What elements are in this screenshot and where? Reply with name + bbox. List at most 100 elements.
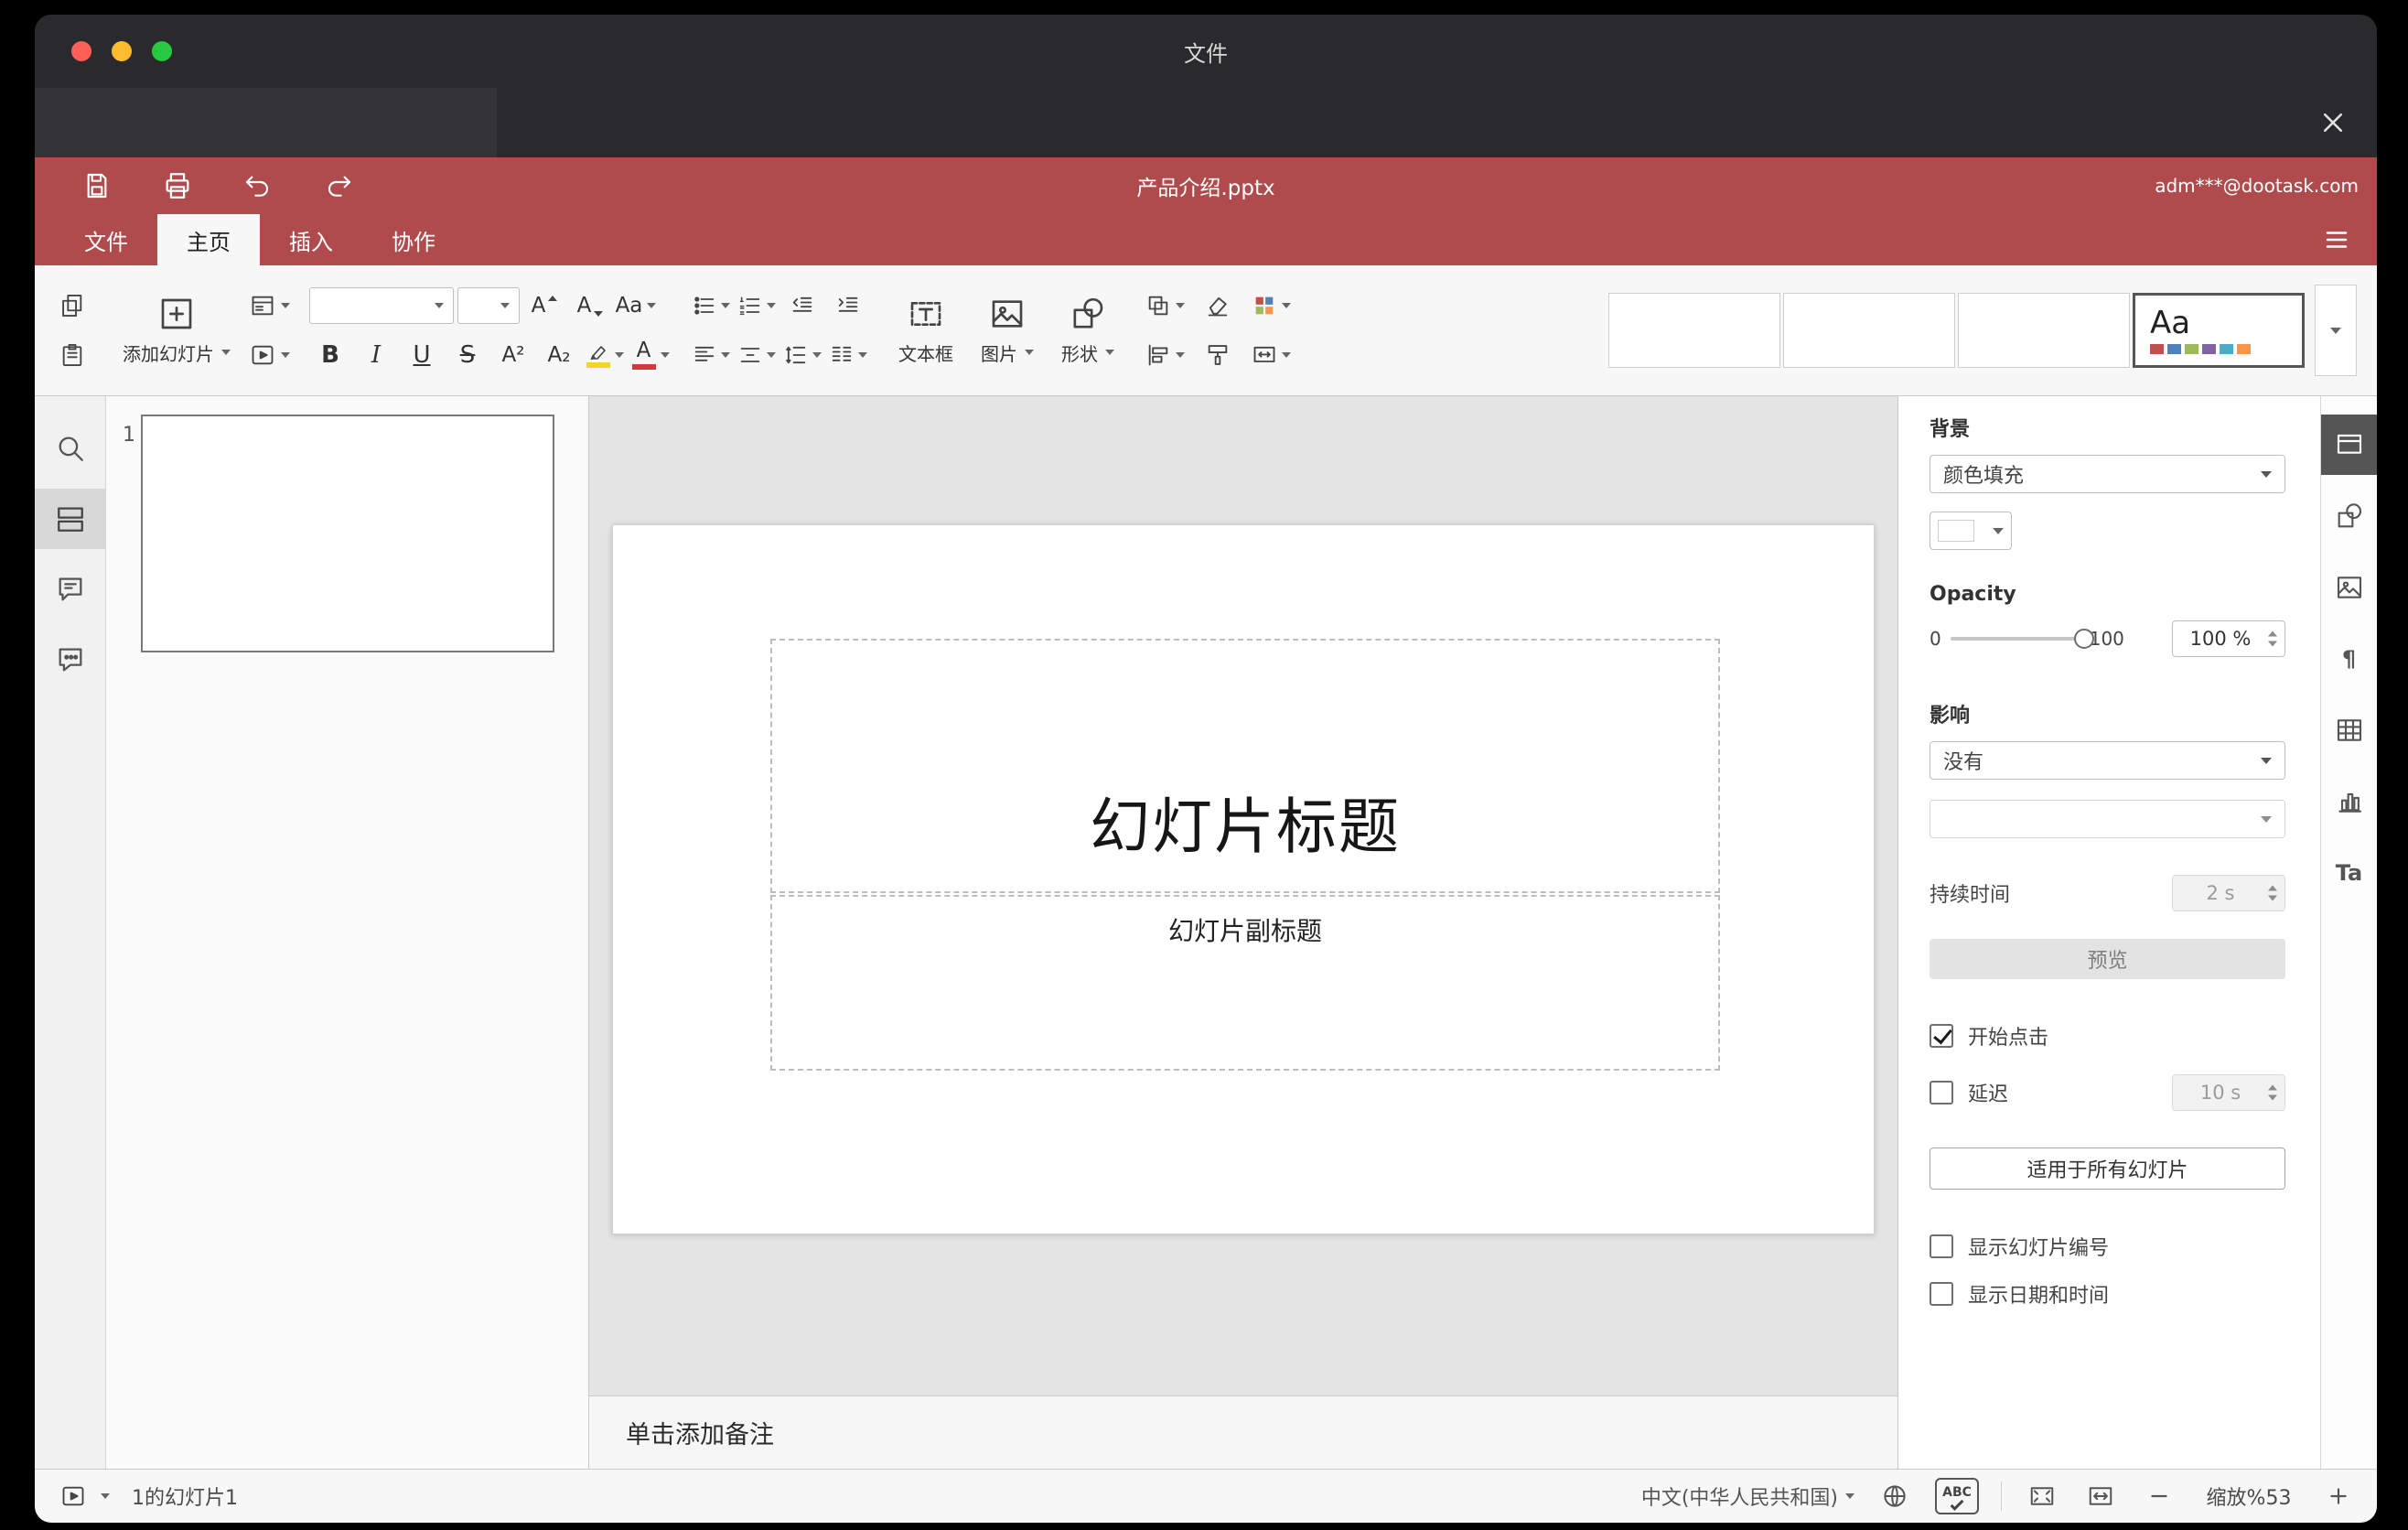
document-title: 产品介绍.pptx [1136,177,1275,200]
print-button[interactable] [159,167,196,204]
highlight-color-button[interactable] [584,334,626,376]
chart-settings-icon[interactable] [2321,771,2378,832]
underline-button[interactable]: U [401,334,443,376]
opacity-slider[interactable] [1950,629,2094,649]
slide-layout-button[interactable] [249,285,291,327]
menu-icon[interactable] [2318,221,2355,258]
slideshow-options-chevron-icon[interactable] [101,1493,110,1499]
start-on-click-checkbox[interactable] [1930,1024,1953,1048]
subtitle-placeholder[interactable]: 幻灯片副标题 [770,895,1720,1071]
delay-input[interactable]: 10 s [2172,1074,2285,1111]
duration-input[interactable]: 2 s [2172,875,2285,911]
copy-style-button[interactable] [1197,334,1239,376]
font-name-select[interactable] [309,287,454,324]
tab-file[interactable]: 文件 [55,214,157,265]
globe-icon[interactable] [1876,1478,1913,1514]
clear-style-button[interactable] [1197,285,1239,327]
columns-button[interactable] [827,334,869,376]
apply-to-all-button[interactable]: 适用于所有幻灯片 [1930,1148,2285,1190]
italic-button[interactable]: I [355,334,397,376]
save-button[interactable] [79,167,115,204]
zoom-out-icon[interactable] [2141,1478,2177,1514]
add-slide-button[interactable]: 添加幻灯片 [112,276,242,384]
comments-icon[interactable] [35,559,106,620]
insert-shape-button[interactable]: 形状 [1050,276,1125,384]
title-placeholder[interactable]: 幻灯片标题 [770,639,1720,893]
slide-thumbnail[interactable] [141,415,554,652]
language-select[interactable]: 中文(中华人民共和国) [1641,1482,1854,1511]
shape-settings-icon[interactable] [2321,486,2378,546]
redo-button[interactable] [320,167,357,204]
theme-color-swatch [2202,343,2216,354]
tab-insert[interactable]: 插入 [260,214,362,265]
theme-option[interactable] [1783,293,1955,368]
bold-button[interactable]: B [309,334,351,376]
slides-panel-icon[interactable] [35,489,106,549]
opacity-slider-knob[interactable] [2073,629,2094,649]
undo-button[interactable] [240,167,276,204]
close-window-button[interactable] [71,41,91,61]
font-color-button[interactable]: A [629,334,672,376]
notes-input[interactable]: 单击添加备注 [589,1395,1897,1469]
paste-button[interactable] [51,334,93,376]
image-settings-icon[interactable] [2321,557,2378,618]
table-settings-icon[interactable] [2321,700,2378,760]
minimize-window-button[interactable] [112,41,132,61]
slide-size-button[interactable] [1250,334,1292,376]
search-icon[interactable] [35,418,106,479]
increase-font-button[interactable]: A [523,285,565,327]
theme-color-swatch [2185,343,2198,354]
paragraph-settings-icon[interactable]: ¶ [2321,629,2378,689]
theme-option[interactable] [1608,293,1780,368]
start-slideshow-button[interactable] [249,334,291,376]
slide-canvas[interactable]: 幻灯片标题 幻灯片副标题 [589,396,1897,1395]
feedback-icon[interactable] [35,630,106,690]
insert-textbox-button[interactable]: 文本框 [887,276,964,384]
numbering-button[interactable] [736,285,778,327]
arrange-shapes-button[interactable] [1144,285,1186,327]
horizontal-align-button[interactable] [690,334,732,376]
align-shapes-button[interactable] [1144,334,1186,376]
preview-button[interactable]: 预览 [1930,939,2285,979]
fit-width-icon[interactable] [2082,1478,2119,1514]
subscript-button[interactable]: A₂ [538,334,580,376]
show-datetime-checkbox[interactable] [1930,1282,1953,1306]
slide[interactable]: 幻灯片标题 幻灯片副标题 [612,524,1875,1234]
effect-select[interactable]: 没有 [1930,741,2285,780]
vertical-align-button[interactable] [736,334,778,376]
effect-section-label: 影响 [1930,705,1971,727]
background-color-picker[interactable] [1930,512,2012,550]
theme-option-selected[interactable]: Aa [2133,293,2305,368]
decrease-font-button[interactable]: A [569,285,611,327]
strikethrough-button[interactable]: S [446,334,489,376]
decrease-indent-button[interactable] [781,285,823,327]
superscript-button[interactable]: A² [492,334,534,376]
theme-option[interactable] [1958,293,2130,368]
slide-settings-icon[interactable] [2320,415,2377,475]
zoom-in-icon[interactable] [2320,1478,2357,1514]
background-fill-select[interactable]: 颜色填充 [1930,455,2285,493]
slideshow-icon[interactable] [55,1478,91,1514]
zoom-window-button[interactable] [152,41,172,61]
copy-button[interactable] [51,285,93,327]
bullets-button[interactable] [690,285,732,327]
close-icon[interactable] [2313,102,2353,143]
font-size-select[interactable] [457,287,520,324]
delay-row: 延迟 10 s [1930,1074,2285,1111]
opacity-value-input[interactable]: 100 % [2172,620,2285,657]
increase-indent-button[interactable] [827,285,869,327]
line-spacing-button[interactable] [781,334,823,376]
tab-collaboration[interactable]: 协作 [362,214,465,265]
tab-home[interactable]: 主页 [157,214,260,265]
delay-checkbox[interactable] [1930,1081,1953,1104]
theme-gallery-expand-button[interactable] [2315,285,2357,376]
insert-image-button[interactable]: 图片 [970,276,1045,384]
fit-slide-icon[interactable] [2024,1478,2060,1514]
show-slide-number-checkbox[interactable] [1930,1234,1953,1258]
slide-settings-panel: 背景 颜色填充 Opacity 0 100 100 % 影响 没有 持续时间 2… [1897,396,2320,1469]
change-case-button[interactable]: Aa [615,285,657,327]
textart-settings-icon[interactable]: Ta [2321,843,2378,903]
spellcheck-icon[interactable]: ABC [1935,1478,1979,1514]
color-scheme-button[interactable] [1250,285,1292,327]
effect-type-select[interactable] [1930,800,2285,838]
